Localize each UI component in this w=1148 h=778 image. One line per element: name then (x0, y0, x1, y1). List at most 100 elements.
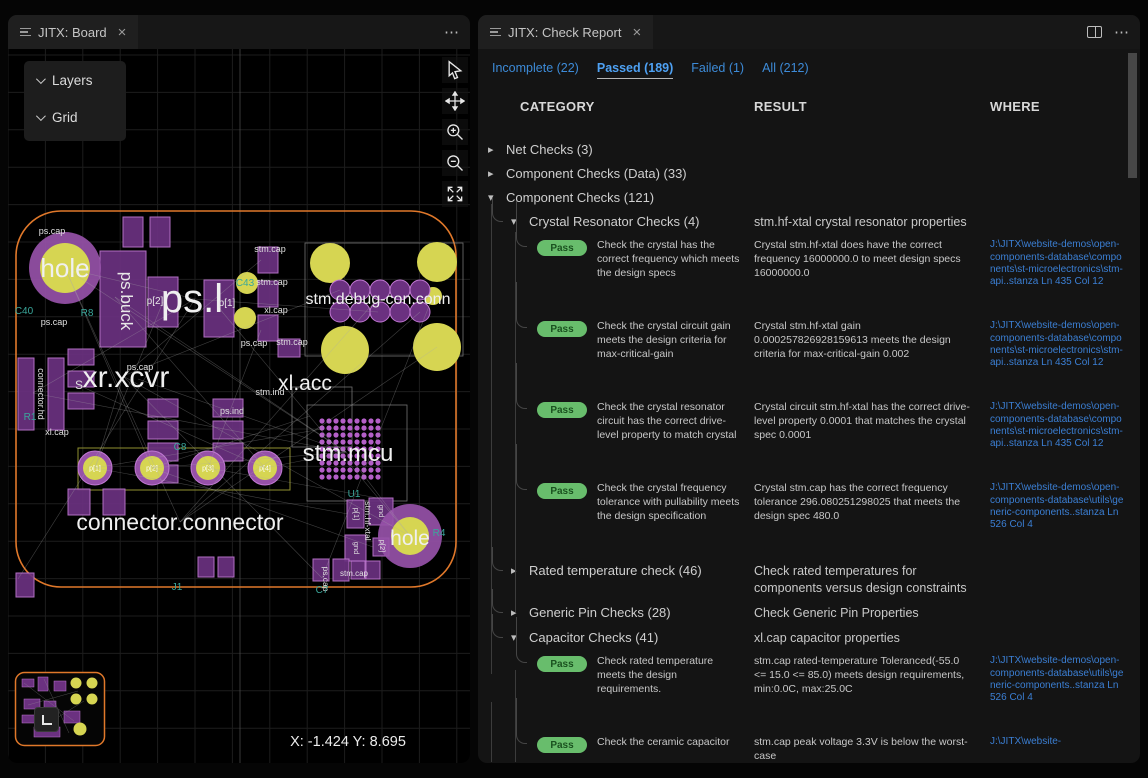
bga-ball (375, 467, 380, 472)
chevron-down-icon (36, 74, 46, 84)
group-label-cell[interactable]: ▸ Net Checks (3) (488, 142, 754, 157)
smd-pad (48, 358, 64, 430)
smd-pad (198, 557, 214, 577)
board-label: xl.cap (45, 427, 69, 437)
pointer-tool-icon[interactable] (442, 57, 468, 83)
board-canvas[interactable]: p[1]p[2]p[3]p[4]holeps.lp[2]p[1]stm.debu… (8, 49, 470, 763)
check-result: Crystal stm.hf-xtal gain 0.0002578269281… (754, 320, 990, 362)
group-row[interactable]: ▾Capacitor Checks (41)xl.cap capacitor p… (478, 630, 1140, 646)
check-category-cell: PassCheck the crystal circuit gain meets… (488, 320, 754, 362)
pan-tool-icon[interactable] (442, 88, 468, 114)
group-label-cell[interactable]: ▾Component Checks (121) (488, 190, 754, 205)
zoom-out-tool-icon[interactable] (442, 150, 468, 176)
pass-badge: Pass (537, 240, 587, 256)
filter-tab[interactable]: Incomplete (22) (492, 61, 579, 79)
filter-tab[interactable]: Failed (1) (691, 61, 744, 79)
layers-toggle[interactable]: Layers (36, 73, 114, 88)
bga-ball (340, 418, 345, 423)
where-link[interactable]: J:\JITX\website-demos\open-components-da… (990, 239, 1140, 289)
where-link[interactable]: J:\JITX\website-demos\open-components-da… (990, 320, 1140, 370)
bga-ball (354, 425, 359, 430)
bga-ball (368, 425, 373, 430)
check-result: Crystal stm.cap has the correct frequenc… (754, 482, 990, 524)
bga-ball (347, 425, 352, 430)
bga-ball (333, 474, 338, 479)
bga-ball (319, 467, 324, 472)
board-label: U1 (348, 489, 361, 500)
tree-indent-guide (491, 702, 492, 762)
check-description: Check the crystal resonator circuit has … (597, 401, 754, 443)
group-label-cell[interactable]: ▾Capacitor Checks (41) (488, 630, 754, 645)
zoom-in-tool-icon[interactable] (442, 119, 468, 145)
bga-ball (368, 474, 373, 479)
tab-jitx-check-report[interactable]: JITX: Check Report × (478, 15, 653, 49)
group-row[interactable]: ▸Rated temperature check (46)Check rated… (478, 563, 1140, 596)
group-label: Net Checks (3) (506, 142, 593, 157)
expand-arrow-icon[interactable]: ▸ (488, 167, 498, 180)
tab-title: JITX: Board (38, 25, 107, 40)
board-label: R1 (24, 412, 37, 423)
check-result: stm.cap rated-temperature Toleranced(-55… (754, 655, 990, 697)
bga-ball (375, 474, 380, 479)
tree-indent-guide (516, 444, 527, 490)
pcb-board[interactable]: p[1]p[2]p[3]p[4]holeps.lp[2]p[1]stm.debu… (8, 49, 470, 763)
group-row[interactable]: ▾Crystal Resonator Checks (4)stm.hf-xtal… (478, 214, 1140, 230)
bga-ball (326, 425, 331, 430)
check-category-cell: PassCheck the crystal frequency toleranc… (488, 482, 754, 524)
check-row[interactable]: PassCheck the crystal frequency toleranc… (478, 482, 1140, 554)
scrollbar-thumb[interactable] (1128, 53, 1137, 178)
grid-toggle[interactable]: Grid (36, 110, 114, 125)
check-report-panel: JITX: Check Report × ⋯ Incomplete (22) Pa… (478, 15, 1140, 763)
where-link[interactable]: J:\JITX\website-demos\open-components-da… (990, 482, 1140, 532)
board-label: ps.cap (41, 317, 68, 327)
tab-jitx-board[interactable]: JITX: Board × (8, 15, 138, 49)
where-link[interactable]: J:\JITX\website-demos\open-components-da… (990, 655, 1140, 705)
group-label: Crystal Resonator Checks (4) (529, 214, 700, 229)
bga-ball (333, 467, 338, 472)
split-editor-icon[interactable] (1087, 26, 1102, 38)
filter-tab[interactable]: Passed (189) (597, 61, 673, 79)
pass-badge: Pass (537, 321, 587, 337)
group-row[interactable]: ▸Generic Pin Checks (28)Check Generic Pi… (478, 605, 1140, 621)
group-row[interactable]: ▸ Net Checks (3) (478, 142, 1140, 157)
group-label-cell[interactable]: ▸Component Checks (Data) (33) (488, 166, 754, 181)
bga-ball (368, 432, 373, 437)
board-label: ps.buck (117, 272, 136, 331)
board-label: p[2] (147, 296, 164, 307)
group-row[interactable]: ▾Component Checks (121) (478, 190, 1140, 205)
board-label: ps.cap (39, 226, 66, 236)
smd-pad (16, 573, 34, 597)
check-row[interactable]: PassCheck rated temperature meets the de… (478, 655, 1140, 727)
board-minimap[interactable] (14, 671, 106, 747)
filter-tab[interactable]: All (212) (762, 61, 809, 79)
close-icon[interactable]: × (632, 24, 641, 41)
group-result: xl.cap capacitor properties (754, 630, 990, 646)
check-row[interactable]: PassCheck the ceramic capacitorstm.cap p… (478, 736, 1140, 762)
pass-badge: Pass (537, 402, 587, 418)
pass-badge: Pass (537, 483, 587, 499)
group-row[interactable]: ▸Component Checks (Data) (33) (478, 166, 1140, 181)
where-link[interactable]: J:\JITX\website-demos\open-components-da… (990, 401, 1140, 451)
group-label-cell[interactable]: ▸Generic Pin Checks (28) (488, 605, 754, 620)
axis-origin-icon (42, 715, 52, 725)
group-label-cell[interactable]: ▸Rated temperature check (46) (488, 563, 754, 578)
cursor-coordinates: X: -1.424 Y: 8.695 (248, 734, 448, 750)
check-row[interactable]: Pass Check the crystal resonator circuit … (478, 401, 1140, 473)
smd-pad (68, 393, 94, 409)
check-category-cell: PassCheck rated temperature meets the de… (488, 655, 754, 697)
expand-arrow-icon[interactable]: ▸ (488, 143, 498, 156)
bga-ball (347, 432, 352, 437)
where-link[interactable]: J:\JITX\website- (990, 736, 1140, 748)
bga-ball (368, 418, 373, 423)
close-icon[interactable]: × (118, 24, 127, 41)
board-label: p[2] (378, 540, 387, 553)
more-actions-icon[interactable]: ⋯ (1114, 23, 1130, 41)
check-row[interactable]: PassCheck the crystal circuit gain meets… (478, 320, 1140, 392)
zoom-fit-tool-icon[interactable] (442, 181, 468, 207)
expand-arrow-icon[interactable]: ▸ (511, 564, 521, 577)
origin-marker[interactable] (34, 707, 59, 732)
check-row[interactable]: PassCheck the crystal has the correct fr… (478, 239, 1140, 311)
board-label: C43 (236, 278, 255, 289)
group-label-cell[interactable]: ▾Crystal Resonator Checks (4) (488, 214, 754, 229)
more-actions-icon[interactable]: ⋯ (444, 23, 460, 41)
